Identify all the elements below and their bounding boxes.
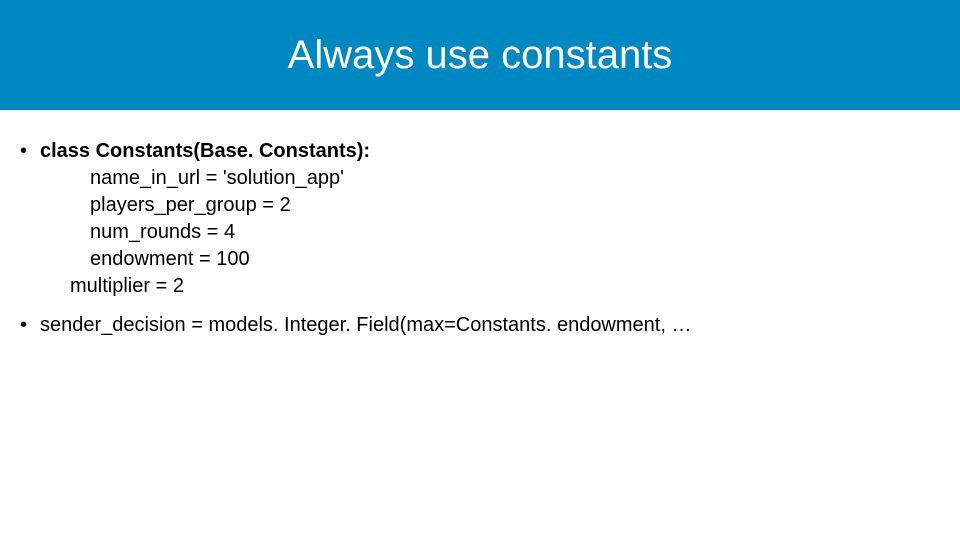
slide-content: • class Constants(Base. Constants): name… bbox=[0, 110, 960, 339]
code-line: players_per_group = 2 bbox=[40, 192, 940, 219]
code-line-multiplier: multiplier = 2 bbox=[40, 273, 940, 300]
code-line: endowment = 100 bbox=[40, 246, 940, 273]
slide: Always use constants • class Constants(B… bbox=[0, 0, 960, 540]
class-declaration: class Constants(Base. Constants): bbox=[40, 138, 940, 165]
code-line: num_rounds = 4 bbox=[40, 219, 940, 246]
sender-decision-line: sender_decision = models. Integer. Field… bbox=[40, 314, 691, 336]
bullet-2: • sender_decision = models. Integer. Fie… bbox=[20, 312, 940, 339]
title-bar: Always use constants bbox=[0, 0, 960, 110]
slide-title: Always use constants bbox=[288, 33, 673, 78]
bullet-2-body: sender_decision = models. Integer. Field… bbox=[40, 312, 940, 339]
bullet-1-body: class Constants(Base. Constants): name_i… bbox=[40, 138, 940, 300]
bullet-dot: • bbox=[20, 138, 40, 300]
code-line: name_in_url = 'solution_app' bbox=[40, 165, 940, 192]
bullet-1: • class Constants(Base. Constants): name… bbox=[20, 138, 940, 300]
bullet-dot: • bbox=[20, 312, 40, 339]
